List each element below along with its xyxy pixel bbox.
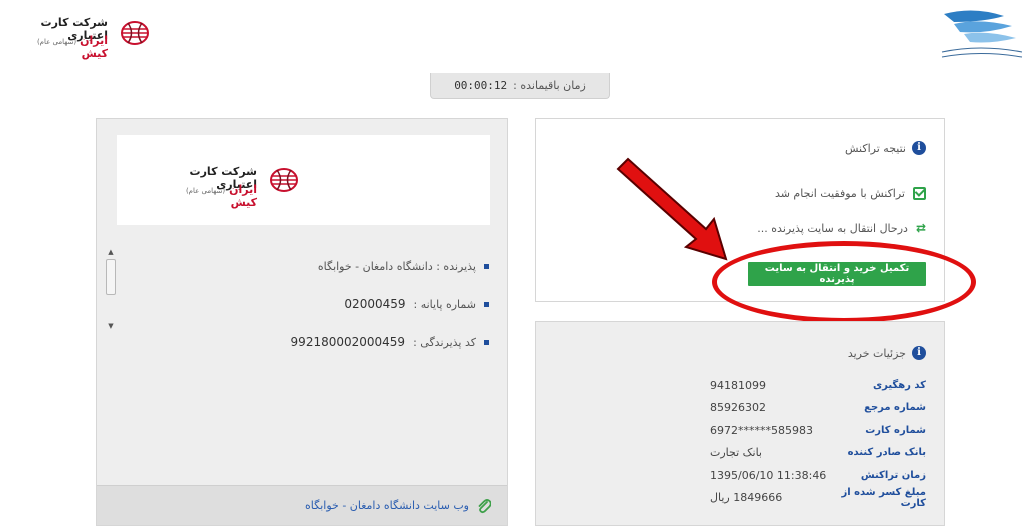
bullet-icon [484,339,489,345]
result-title: نتیجه تراکنش [845,141,906,155]
terminal-label: شماره پایانه : [413,297,477,311]
scrollbar[interactable]: ▲ ▼ [105,247,117,331]
reference-number-label: شماره مرجع [864,402,926,414]
checkbox-check-icon [913,187,926,200]
list-item: شماره پایانه : 02000459 [189,285,489,323]
bullet-icon [484,301,489,307]
paperclip-icon [478,498,491,513]
details-table: کد رهگیری 94181099 شماره مرجع 85926302 ش… [696,374,926,509]
merchant-website-link[interactable]: وب سایت دانشگاه دامغان - خوابگاه [305,499,469,512]
list-item: پذیرنده : دانشگاه دامغان - خوابگاه [189,247,489,285]
transaction-result-panel: i نتیجه تراکنش تراکنش با موفقیت انجام شد… [535,118,945,302]
card-number-value: 585983******6972 [710,423,813,437]
transaction-time-value: 11:38:46 1395/06/10 [710,468,827,482]
merchant-panel: شرکت کارت اعتباری (سهامی عام) ایران کیش پ… [96,118,508,526]
merchant-info-list: پذیرنده : دانشگاه دامغان - خوابگاه شماره… [189,247,489,361]
success-line: تراکنش با موفقیت انجام شد [775,187,926,200]
merchant-code: 992180002000459 [290,335,406,349]
tracking-code-label: کد رهگیری [872,379,926,391]
info-icon: i [912,346,926,360]
timer-label: زمان باقیمانده : [513,79,586,92]
terminal-number: 02000459 [344,297,406,311]
merchant-logo-card: شرکت کارت اعتباری (سهامی عام) ایران کیش [117,135,490,225]
purchase-details-panel: i جزئیات خرید کد رهگیری 94181099 شماره م… [535,321,945,526]
card-number-label: شماره کارت [865,424,926,436]
redirect-line: ⇄ درحال انتقال به سایت پذیرنده ... [757,221,926,235]
redirect-text: درحال انتقال به سایت پذیرنده ... [757,221,908,235]
timer-value: 00:00:12 [454,79,508,92]
transaction-time-label: زمان تراکنش [860,469,926,481]
iran-kish-logo: شرکت کارت اعتباری (سهامی عام) ایران کیش [8,12,168,60]
bullet-icon [484,263,489,269]
tracking-code-value: 94181099 [710,378,766,392]
merchant-globe-icon [270,168,298,192]
merchant-name: پذیرنده : دانشگاه دامغان - خوابگاه [317,259,476,273]
list-item: کد پذیرندگی : 992180002000459 [189,323,489,361]
success-text: تراکنش با موفقیت انجام شد [774,187,905,200]
details-header: i جزئیات خرید [848,346,926,360]
table-row: شماره مرجع 85926302 [696,397,926,420]
scroll-thumb[interactable] [106,259,116,295]
issuer-bank-value: بانک تجارت [710,446,762,460]
info-icon: i [912,141,926,155]
amount-value: 1849666 ریال [710,491,783,505]
university-logo-icon [941,10,1023,58]
reference-number-value: 85926302 [710,401,766,415]
table-row: شماره کارت 585983******6972 [696,419,926,442]
scroll-up-arrow-icon[interactable]: ▲ [105,247,117,257]
brand-sub: (سهامی عام) ایران کیش [36,34,108,60]
website-footer: وب سایت دانشگاه دامغان - خوابگاه [97,485,507,525]
table-row: زمان تراکنش 11:38:46 1395/06/10 [696,464,926,487]
complete-purchase-button[interactable]: تکمیل خرید و انتقال به سایت پذیرنده [748,262,926,286]
globe-logo-icon [121,21,149,45]
swap-arrows-icon: ⇄ [915,221,926,235]
table-row: مبلغ کسر شده از کارت 1849666 ریال [696,487,926,510]
merchant-code-label: کد پذیرندگی : [413,335,476,349]
scroll-down-arrow-icon[interactable]: ▼ [105,321,117,331]
result-header: i نتیجه تراکنش [845,141,926,155]
table-row: کد رهگیری 94181099 [696,374,926,397]
details-title: جزئیات خرید [847,346,906,360]
merchant-brand-sub: (سهامی عام) ایران کیش [185,183,257,209]
table-row: بانک صادر کننده بانک تجارت [696,442,926,465]
amount-label: مبلغ کسر شده از کارت [841,486,926,509]
issuer-bank-label: بانک صادر کننده [847,447,926,459]
timer-tab: زمان باقیمانده : 00:00:12 [430,73,610,99]
